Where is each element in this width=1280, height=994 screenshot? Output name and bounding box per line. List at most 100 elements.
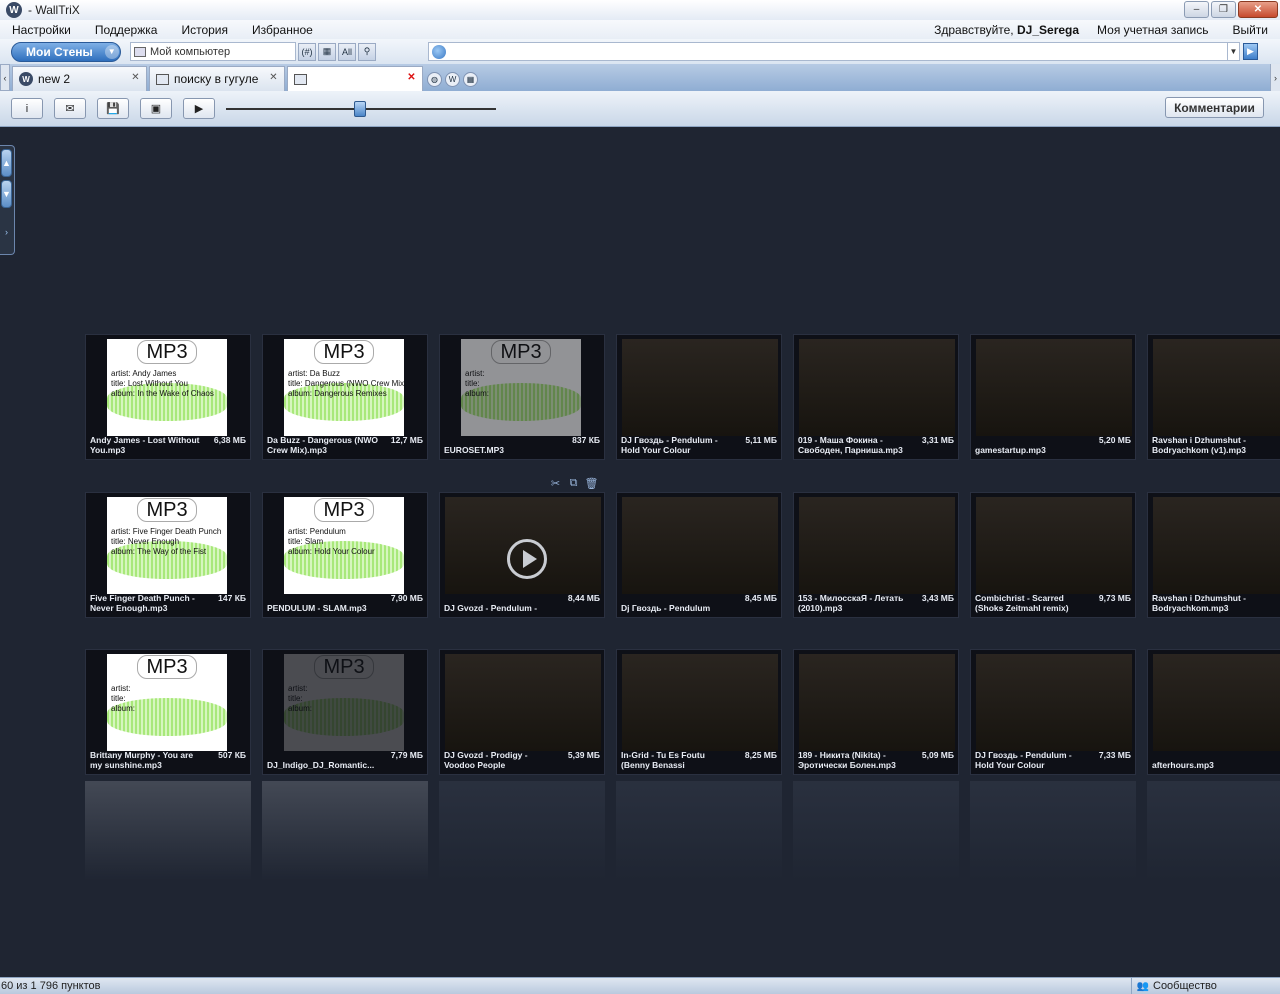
media-tile[interactable]: Ravshan i Dzhumshut - Bodryachkom.mp36	[1147, 492, 1280, 618]
my-walls-button[interactable]: Мои Стены ▼	[11, 41, 121, 62]
media-tile[interactable]: 153 - МилосскаЯ - Летать (2010).mp3 3,43 …	[793, 492, 959, 618]
go-button[interactable]: ▶	[1243, 43, 1258, 60]
tile-filename: Andy James - Lost Without You.mp3	[90, 435, 200, 455]
tile-filesize: 7,79 МБ	[390, 750, 423, 760]
cut-icon[interactable]: ✂	[548, 476, 563, 491]
media-tile[interactable]: 019 - Маша Фокина - Свободен, Парниша.mp…	[793, 334, 959, 460]
computer-icon	[294, 73, 307, 85]
tab-close-icon[interactable]: ✕	[130, 72, 141, 83]
search-button[interactable]: ⚲	[358, 42, 376, 61]
tile-filesize: 8,45 МБ	[744, 593, 777, 603]
url-dropdown-icon[interactable]: ▼	[1227, 43, 1239, 60]
video-thumbnail	[1153, 654, 1280, 751]
comments-button[interactable]: Комментарии	[1165, 97, 1264, 118]
tile-filename: 189 - Никита (Nikita) - Эротически Болен…	[798, 750, 896, 770]
zoom-slider[interactable]	[226, 101, 496, 117]
mp3-badge-text: MP3	[137, 655, 197, 679]
account-area: Здравствуйте, DJ_Serega Моя учетная запи…	[928, 23, 1280, 37]
mp3-thumbnail: MP3 artist: title: album:	[284, 654, 404, 751]
tile-filename: Ravshan i Dzhumshut - Bodryachkom (v1).m…	[1152, 435, 1246, 455]
media-tile[interactable]: DJ Гвоздь - Pendulum - Hold Your Colour 7…	[970, 649, 1136, 775]
menu-history[interactable]: История	[169, 23, 240, 37]
media-tile[interactable]: Dj Гвоздь - Pendulum 8,45 МБ	[616, 492, 782, 618]
side-panel: ▲ ▼ ›	[0, 145, 15, 255]
media-tile[interactable]: 189 - Никита (Nikita) - Эротически Болен…	[793, 649, 959, 775]
mp3-badge: MP3	[461, 340, 581, 364]
media-tile[interactable]: In-Grid - Tu Es Foutu (Benny Benassi 8,25…	[616, 649, 782, 775]
media-tile[interactable]: MP3 artist: Five Finger Death Punch title:…	[85, 492, 251, 618]
mp3-badge: MP3	[107, 498, 227, 522]
maximize-button[interactable]: ❐	[1211, 1, 1236, 18]
new-wall-tab-icon[interactable]: W	[445, 72, 460, 87]
tab-label: new 2	[38, 72, 71, 86]
trash-icon[interactable]: 🗑	[584, 476, 599, 491]
media-tile[interactable]: DJ Гвоздь - Pendulum - Hold Your Colour 5…	[616, 334, 782, 460]
scroll-up-button[interactable]: ▲	[1, 149, 12, 177]
media-tile[interactable]: gamestartup.mp3 5,20 МБ	[970, 334, 1136, 460]
mp3-meta-artist: artist: Pendulum	[288, 527, 346, 536]
expand-panel-button[interactable]: ›	[1, 218, 12, 246]
all-filter-button[interactable]: All	[338, 42, 356, 61]
media-tile[interactable]: MP3 artist: title: album: Brittany Murphy - …	[85, 649, 251, 775]
mp3-cover: MP3 artist: title: album:	[107, 654, 227, 751]
tab-scroll-left-button[interactable]: ‹	[0, 64, 10, 91]
media-tile[interactable]: DJ Gvozd - Prodigy - Voodoo People 5,39 М…	[439, 649, 605, 775]
hash-filter-button[interactable]: (#)	[298, 42, 316, 61]
media-tile[interactable]: MP3 artist: title: album: EUROSET.MP3 837 КБ	[439, 334, 605, 460]
video-thumbnail	[976, 497, 1132, 594]
mp3-badge-text: MP3	[314, 498, 374, 522]
window-controls: – ❐ ✕	[1184, 1, 1278, 18]
mp3-metadata: artist: Da Buzz title: Dangerous (NWO Cre…	[288, 369, 404, 399]
media-tile[interactable]: DJ Gvozd - Pendulum - 8,44 МБ	[439, 492, 605, 618]
tile-filename: Da Buzz - Dangerous (NWO Crew Mix).mp3	[267, 435, 378, 455]
mp3-meta-album: album:	[288, 704, 313, 713]
play-circle-icon[interactable]	[507, 539, 547, 579]
grid-view-button[interactable]: ▦	[318, 42, 336, 61]
media-tile[interactable]: Combichrist - Scarred (Shoks Zeitmahl re…	[970, 492, 1136, 618]
tab-active[interactable]: ✕	[287, 66, 423, 91]
my-account-link[interactable]: Моя учетная запись	[1085, 23, 1220, 37]
save-button[interactable]: 💾	[97, 98, 129, 119]
zoom-slider-knob[interactable]	[354, 101, 366, 117]
people-icon: 👥	[1136, 980, 1150, 992]
close-button[interactable]: ✕	[1238, 1, 1278, 18]
media-tile[interactable]: MP3 artist: Da Buzz title: Dangerous (NWO …	[262, 334, 428, 460]
menu-favorites[interactable]: Избранное	[240, 23, 325, 37]
screenshot-button[interactable]: ▣	[140, 98, 172, 119]
info-button[interactable]: i	[11, 98, 43, 119]
copy-icon[interactable]: ⧉	[566, 476, 581, 491]
location-field[interactable]: Мой компьютер	[130, 42, 296, 61]
media-tile[interactable]: MP3 artist: title: album: DJ_Indigo_DJ_Roman…	[262, 649, 428, 775]
new-grid-tab-icon[interactable]: ▦	[463, 72, 478, 87]
tile-reflection	[262, 781, 428, 881]
mp3-meta-title: title: Slam	[288, 537, 324, 546]
media-tile[interactable]: MP3 artist: Pendulum title: Slam album: Hol…	[262, 492, 428, 618]
community-link[interactable]: 👥 Сообщество	[1131, 978, 1217, 994]
scroll-down-button[interactable]: ▼	[1, 180, 12, 208]
tab-google-search[interactable]: поиску в гугуле ✕	[149, 66, 285, 91]
tab-close-icon[interactable]: ✕	[406, 72, 417, 83]
mail-button[interactable]: ✉	[54, 98, 86, 119]
computer-icon	[156, 73, 169, 85]
new-web-tab-icon[interactable]: ◍	[427, 72, 442, 87]
tab-close-icon[interactable]: ✕	[268, 72, 279, 83]
mp3-cover: MP3 artist: Five Finger Death Punch title:…	[107, 497, 227, 594]
mp3-cover: MP3 artist: Pendulum title: Slam album: Hol…	[284, 497, 404, 594]
tab-new-2[interactable]: W new 2 ✕	[12, 66, 147, 91]
media-tile[interactable]: afterhours.mp3	[1147, 649, 1280, 775]
tile-reflection	[1147, 781, 1280, 881]
mp3-cover: MP3 artist: title: album:	[461, 339, 581, 436]
computer-icon	[134, 46, 146, 57]
tile-filesize: 837 КБ	[572, 435, 600, 445]
menu-support[interactable]: Поддержка	[83, 23, 170, 37]
minimize-button[interactable]: –	[1184, 1, 1209, 18]
media-tile[interactable]: Ravshan i Dzhumshut - Bodryachkom (v1).m…	[1147, 334, 1280, 460]
menu-settings[interactable]: Настройки	[0, 23, 83, 37]
url-input[interactable]: ▼	[428, 42, 1240, 61]
tile-filesize: 5,39 МБ	[567, 750, 600, 760]
media-tile[interactable]: MP3 artist: Andy James title: Lost Without…	[85, 334, 251, 460]
play-button[interactable]: ▶	[183, 98, 215, 119]
video-thumbnail	[622, 497, 778, 594]
logout-link[interactable]: Выйти	[1220, 23, 1280, 37]
tab-scroll-right-button[interactable]: ›	[1270, 64, 1280, 91]
